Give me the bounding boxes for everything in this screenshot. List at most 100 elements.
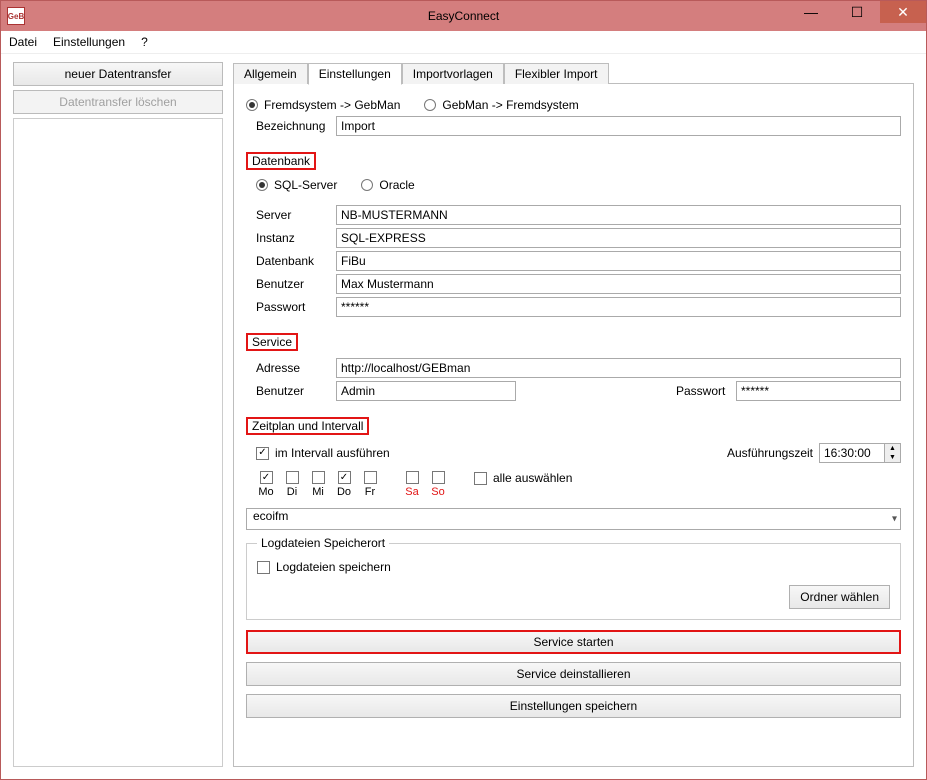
start-service-button[interactable]: Service starten [246,630,901,654]
tab-bar: Allgemein Einstellungen Importvorlagen F… [233,62,914,84]
radio-foreign-to-gebman[interactable]: Fremdsystem -> GebMan [246,98,400,112]
radio-dot-icon [424,99,436,111]
service-address-input[interactable] [336,358,901,378]
service-user-label: Benutzer [256,384,336,398]
maximize-button[interactable]: ☐ [834,1,880,23]
spinner-up-icon[interactable]: ▲ [885,444,900,453]
designation-label: Bezeichnung [256,119,336,133]
checkbox-icon [406,471,419,484]
service-user-row: Benutzer Passwort [256,381,901,401]
database-label: Datenbank [256,254,336,268]
radio-label: GebMan -> Fremdsystem [442,98,578,112]
database-input[interactable] [336,251,901,271]
tab-import-templates[interactable]: Importvorlagen [402,63,504,84]
radio-sql-server[interactable]: SQL-Server [256,178,337,192]
day-di[interactable]: Di [282,471,302,498]
radio-label: Fremdsystem -> GebMan [264,98,400,112]
radio-oracle[interactable]: Oracle [361,178,414,192]
day-label: Do [337,486,351,498]
exec-time-spinner[interactable]: ▲ ▼ [819,443,901,463]
save-settings-button[interactable]: Einstellungen speichern [246,694,901,718]
menu-help[interactable]: ? [141,35,148,49]
day-label: So [431,486,444,498]
service-group: Service Adresse Benutzer Passwort [246,327,901,401]
service-password-input[interactable] [736,381,901,401]
server-input[interactable] [336,205,901,225]
day-label: Mo [258,486,273,498]
day-fr[interactable]: Fr [360,471,380,498]
db-password-input[interactable] [336,297,901,317]
days-row: Mo Di Mi Do Fr Sa So alle auswählen [256,471,901,498]
menu-settings[interactable]: Einstellungen [53,35,125,49]
radio-label: Oracle [379,178,414,192]
day-so[interactable]: So [428,471,448,498]
day-label: Fr [365,486,375,498]
service-password-label: Passwort [676,384,736,398]
close-button[interactable]: ✕ [880,1,926,23]
select-all-label: alle auswählen [493,471,572,485]
db-type-row: SQL-Server Oracle [256,178,901,192]
radio-label: SQL-Server [274,178,337,192]
exec-time-label: Ausführungszeit [727,446,813,460]
schedule-group-title: Zeitplan und Intervall [246,417,369,435]
service-address-label: Adresse [256,361,336,375]
exec-time-row: Ausführungszeit ▲ ▼ [727,443,901,463]
direction-row: Fremdsystem -> GebMan GebMan -> Fremdsys… [246,98,901,112]
day-mo[interactable]: Mo [256,471,276,498]
log-save-label: Logdateien speichern [276,560,391,574]
tab-settings[interactable]: Einstellungen [308,63,402,85]
service-user-input[interactable] [336,381,516,401]
uninstall-service-button[interactable]: Service deinstallieren [246,662,901,686]
day-label: Sa [405,486,418,498]
checkbox-icon [256,447,269,460]
delete-transfer-button: Datentransfer löschen [13,90,223,114]
new-transfer-button[interactable]: neuer Datentransfer [13,62,223,86]
menu-file[interactable]: Datei [9,35,37,49]
interval-checkbox[interactable]: im Intervall ausführen [256,446,390,460]
db-user-input[interactable] [336,274,901,294]
database-group-title: Datenbank [246,152,316,170]
db-password-label: Passwort [256,300,336,314]
database-row: Datenbank [256,251,901,271]
checkbox-icon [432,471,445,484]
interval-row: im Intervall ausführen Ausführungszeit ▲… [256,443,901,463]
sidebar: neuer Datentransfer Datentransfer lösche… [13,62,223,767]
tab-general[interactable]: Allgemein [233,63,308,84]
log-group: Logdateien Speicherort Logdateien speich… [246,536,901,620]
service-address-row: Adresse [256,358,901,378]
day-sa[interactable]: Sa [402,471,422,498]
day-label: Mi [312,486,324,498]
day-do[interactable]: Do [334,471,354,498]
profile-select[interactable]: ecoifm [246,508,901,530]
select-all-checkbox[interactable]: alle auswählen [474,471,572,485]
db-user-label: Benutzer [256,277,336,291]
database-group: Datenbank SQL-Server Oracle Server [246,146,901,317]
menubar: Datei Einstellungen ? [1,31,926,54]
radio-dot-icon [256,179,268,191]
titlebar: GeB EasyConnect — ☐ ✕ [1,1,926,31]
checkbox-icon [312,471,325,484]
transfer-list[interactable] [13,118,223,767]
server-row: Server [256,205,901,225]
designation-input[interactable] [336,116,901,136]
radio-dot-icon [246,99,258,111]
day-mi[interactable]: Mi [308,471,328,498]
instance-input[interactable] [336,228,901,248]
app-window: GeB EasyConnect — ☐ ✕ Datei Einstellunge… [0,0,927,780]
db-password-row: Passwort [256,297,901,317]
radio-gebman-to-foreign[interactable]: GebMan -> Fremdsystem [424,98,578,112]
log-group-title: Logdateien Speicherort [257,536,389,550]
app-icon: GeB [7,7,25,25]
log-save-checkbox[interactable]: Logdateien speichern [257,560,391,574]
exec-time-input[interactable] [820,444,884,462]
main-panel: Allgemein Einstellungen Importvorlagen F… [233,62,914,767]
tab-flexible-import[interactable]: Flexibler Import [504,63,609,84]
minimize-button[interactable]: — [788,1,834,23]
radio-dot-icon [361,179,373,191]
interval-label: im Intervall ausführen [275,446,390,460]
spinner-down-icon[interactable]: ▼ [885,453,900,462]
server-label: Server [256,208,336,222]
checkbox-icon [338,471,351,484]
profile-select-wrap[interactable]: ecoifm ▾ [246,508,901,530]
choose-folder-button[interactable]: Ordner wählen [789,585,890,609]
